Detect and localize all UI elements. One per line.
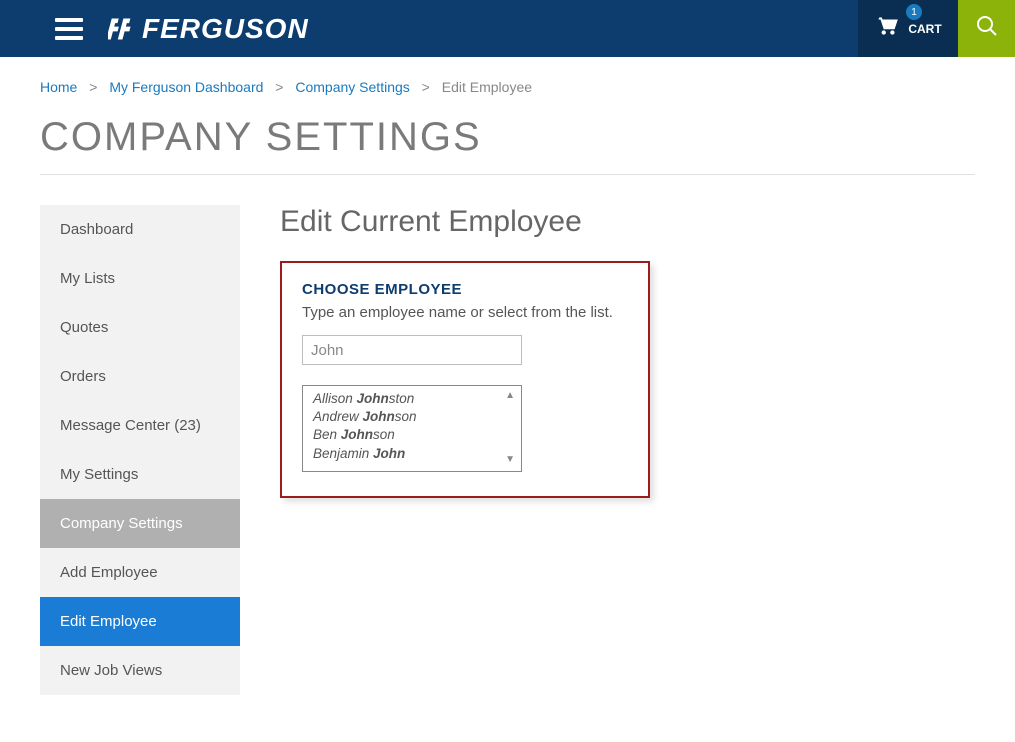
cart-count-badge: 1: [906, 4, 922, 20]
breadcrumb-dashboard[interactable]: My Ferguson Dashboard: [109, 79, 263, 95]
main-heading: Edit Current Employee: [280, 205, 975, 239]
sidebar-item-add-employee[interactable]: Add Employee: [40, 548, 240, 597]
sidebar-nav: DashboardMy ListsQuotesOrdersMessage Cen…: [40, 205, 240, 695]
employee-search-input[interactable]: [302, 335, 522, 365]
sidebar-item-company-settings[interactable]: Company Settings: [40, 499, 240, 548]
divider: [40, 174, 975, 175]
sidebar-item-message-center-23-[interactable]: Message Center (23): [40, 401, 240, 450]
sidebar-item-my-lists[interactable]: My Lists: [40, 254, 240, 303]
page-title: COMPANY SETTINGS: [40, 115, 975, 160]
breadcrumb: Home > My Ferguson Dashboard > Company S…: [40, 57, 975, 105]
menu-icon[interactable]: [55, 18, 83, 40]
employee-result-item[interactable]: Ben Johnson: [313, 426, 521, 444]
scroll-up-icon[interactable]: ▲: [505, 390, 515, 401]
top-bar: FERGUSON 1 CART: [0, 0, 1015, 57]
logo-text: FERGUSON: [142, 13, 309, 45]
brand-logo[interactable]: FERGUSON: [108, 13, 309, 45]
search-icon: [975, 14, 999, 43]
employee-result-item[interactable]: Benjamin John: [313, 445, 521, 463]
sidebar-item-dashboard[interactable]: Dashboard: [40, 205, 240, 254]
employee-result-item[interactable]: Andrew Johnson: [313, 408, 521, 426]
cart-label: CART: [908, 22, 941, 36]
panel-title: CHOOSE EMPLOYEE: [302, 281, 628, 298]
panel-instruction: Type an employee name or select from the…: [302, 304, 628, 321]
employee-results-list[interactable]: ▲ ▼ Allison JohnstonAndrew JohnsonBen Jo…: [302, 385, 522, 472]
search-button[interactable]: [958, 0, 1015, 57]
employee-result-item[interactable]: Allison Johnston: [313, 390, 521, 408]
main-content: Edit Current Employee CHOOSE EMPLOYEE Ty…: [280, 205, 975, 695]
sidebar-item-my-settings[interactable]: My Settings: [40, 450, 240, 499]
breadcrumb-company-settings[interactable]: Company Settings: [295, 79, 409, 95]
breadcrumb-home[interactable]: Home: [40, 79, 77, 95]
sidebar-item-orders[interactable]: Orders: [40, 352, 240, 401]
sidebar-item-new-job-views[interactable]: New Job Views: [40, 646, 240, 695]
breadcrumb-current: Edit Employee: [442, 79, 532, 95]
scroll-down-icon[interactable]: ▼: [505, 454, 515, 465]
sidebar-item-edit-employee[interactable]: Edit Employee: [40, 597, 240, 646]
cart-icon: [874, 13, 900, 44]
sidebar-item-quotes[interactable]: Quotes: [40, 303, 240, 352]
choose-employee-panel: CHOOSE EMPLOYEE Type an employee name or…: [280, 261, 650, 498]
logo-icon: [108, 15, 136, 43]
cart-button[interactable]: 1 CART: [858, 0, 958, 57]
